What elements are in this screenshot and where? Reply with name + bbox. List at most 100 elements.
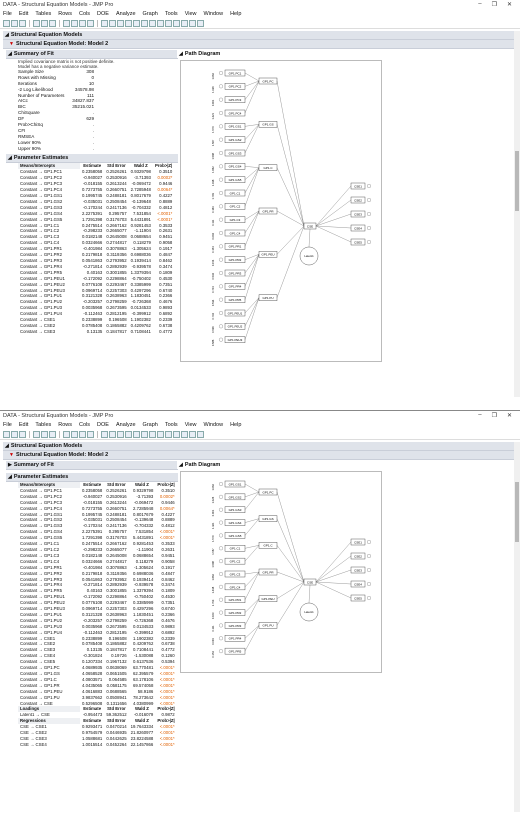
menu-edit[interactable]: Edit [19, 11, 28, 17]
text-tool-icon[interactable] [165, 430, 172, 438]
latent-group-node-label[interactable]: GP1.PR [262, 209, 274, 213]
disclosure-icon[interactable]: ◢ [5, 443, 9, 449]
table-row[interactable]: Constant → GP1.PU4 -0.112463 0.2812195 -0.3… [18, 630, 177, 636]
table-row[interactable]: Constant → GP1.PC1 0.2358058 0.2526261 0.93… [18, 488, 177, 494]
table-row[interactable]: Constant → CSE3 0.13135 0.1847817 0.7108441… [18, 329, 174, 335]
line-tool-icon[interactable] [173, 19, 180, 27]
arrow-tool-icon[interactable] [101, 430, 108, 438]
menu-rows[interactable]: Rows [58, 422, 72, 428]
open-icon[interactable] [11, 19, 18, 27]
indicator-node-label[interactable]: GP1.GS3 [229, 151, 242, 155]
disclosure-icon[interactable]: ◢ [5, 32, 9, 38]
indicator-node-label[interactable]: CSE4 [354, 582, 362, 586]
latent-group-node-label[interactable]: GP1.PU [262, 296, 273, 300]
help-tool-icon[interactable] [109, 19, 116, 27]
indicator-node-label[interactable]: GP1.PEU2 [228, 325, 243, 329]
selection-tool-icon[interactable] [117, 430, 124, 438]
new-icon[interactable] [3, 430, 10, 438]
table-row[interactable]: Constant → GP1.PR3 0.0541863 0.2793952 0.19… [18, 258, 174, 264]
annotate-icon[interactable] [197, 430, 204, 438]
path-diagram[interactable]: GP1.PC1 1.062 GP1.PC2 1.026 GP1.PC3 0.901 GP1.… [180, 60, 382, 362]
indicator-node-label[interactable]: GP1.GS2 [229, 495, 242, 499]
table-row[interactable]: Constant → GP1.PU3 0.0035968 0.2673595 0.01… [18, 624, 177, 630]
menu-cols[interactable]: Cols [79, 11, 90, 17]
latent-group-node-label[interactable]: GP1.C [263, 544, 273, 548]
menu-file[interactable]: File [3, 422, 12, 428]
table-row[interactable]: Constant → GP1.PU2 -0.203257 0.2798259 -0.7… [18, 618, 177, 624]
cut-icon[interactable] [33, 19, 40, 27]
latent-group-node-label[interactable]: GP1.PC [262, 490, 274, 494]
indicator-node-label[interactable]: GP1.PEU3 [228, 338, 243, 342]
table-row[interactable]: Constant → GP1.PR5 0.40163 0.3001855 1.3379… [18, 270, 174, 276]
copy-icon[interactable] [41, 430, 48, 438]
lasso-icon[interactable] [125, 19, 132, 27]
indicator-node-label[interactable]: GP1.PR2 [229, 611, 242, 615]
disclosure-icon[interactable]: ◢ [179, 51, 183, 57]
scrollbar-thumb[interactable] [515, 482, 519, 542]
paste-icon[interactable] [49, 430, 56, 438]
path-diagram[interactable]: GP1.GS1 1.062 GP1.GS2 1.026 GP1.GS3 0.901 GP1.… [180, 471, 382, 673]
table-row[interactable]: Constant → GP1.C3 0.0182148 0.2645008 0.068… [18, 553, 177, 559]
table-row[interactable]: Constant → GP1.GS2 -0.035031 0.2508454 -0.1… [18, 199, 174, 205]
indicator-node-label[interactable]: GP1.C2 [230, 560, 241, 564]
indicator-node-label[interactable]: CSE1 [354, 540, 362, 544]
simple-shape-icon[interactable] [189, 430, 196, 438]
table-row[interactable]: Constant → GP1.GS5 1.7291398 0.3176703 5.44… [18, 217, 174, 223]
outline-header-sem[interactable]: ◢ Structural Equation Models [3, 442, 517, 451]
zoom-icon[interactable] [149, 19, 156, 27]
menu-rows[interactable]: Rows [58, 11, 72, 17]
indicator-node-label[interactable]: CSE5 [354, 240, 362, 244]
journal-icon[interactable] [71, 430, 78, 438]
indicator-node-label[interactable]: CSE2 [354, 554, 362, 558]
indicator-node-label[interactable]: GP1.PR4 [229, 285, 242, 289]
table-row[interactable]: Constant → GP1.PC3 -0.018155 0.2613244 -0.0… [18, 500, 177, 506]
menu-help[interactable]: Help [230, 422, 241, 428]
menu-window[interactable]: Window [204, 422, 224, 428]
minimize-icon[interactable]: – [478, 412, 481, 419]
indicator-node-label[interactable]: GP1.GS5 [229, 178, 242, 182]
save-icon[interactable] [19, 19, 26, 27]
table-row[interactable]: Constant → GP1.C2 -0.298233 0.2665077 -1.11… [18, 547, 177, 553]
indicator-node-label[interactable]: GP1.C4 [230, 231, 241, 235]
table-row[interactable]: Constant → GP1.C 4.0803571 0.064585 63.1781… [18, 677, 177, 683]
table-row[interactable]: Constant → CSE2 0.0785408 0.1865882 0.42097… [18, 323, 174, 329]
indicator-node-label[interactable]: GP1.PC1 [229, 71, 242, 75]
summary-of-fit-header[interactable]: ◢ Summary of Fit [6, 50, 178, 59]
indicator-node-label[interactable]: GP1.PR1 [229, 598, 242, 602]
latent-group-node-label[interactable]: GP1.PR [262, 570, 274, 574]
latent-group-node-label[interactable]: GP1.PC [262, 79, 274, 83]
chart-icon[interactable] [87, 19, 94, 27]
indicator-node-label[interactable]: GP1.C3 [230, 572, 241, 576]
indicator-node-label[interactable]: CSE5 [354, 596, 362, 600]
indicator-node-label[interactable]: GP1.GS4 [229, 521, 242, 525]
indicator-node-label[interactable]: GP1.PEU1 [228, 311, 243, 315]
restore-icon[interactable]: ❐ [492, 412, 497, 419]
indicator-node-label[interactable]: GP1.C1 [230, 547, 241, 551]
menu-tables[interactable]: Tables [35, 11, 51, 17]
indicator-node-label[interactable]: GP1.GS3 [229, 508, 242, 512]
indicator-node-label[interactable]: GP1.C4 [230, 585, 241, 589]
brush-icon[interactable] [133, 19, 140, 27]
menu-tools[interactable]: Tools [165, 422, 178, 428]
table-row[interactable]: Constant → GP1.PC2 -0.940027 0.2530916 -3.7… [18, 494, 177, 500]
table-row[interactable]: Constant → GP1.PU1 0.3121328 0.2638963 1.18… [18, 612, 177, 618]
paste-icon[interactable] [49, 19, 56, 27]
table-row[interactable]: Constant → GP1.GS3 -0.170244 0.2417136 -0.7… [18, 205, 174, 211]
table-row[interactable]: Constant → GP1.PEU 4.0616883 0.0688565 58.9… [18, 689, 177, 695]
cut-icon[interactable] [33, 430, 40, 438]
table-row[interactable]: Constant → GP1.PR 4.0435065 0.0581175 69.57… [18, 683, 177, 689]
vertical-scrollbar[interactable] [514, 442, 520, 812]
menu-window[interactable]: Window [204, 11, 224, 17]
table-row[interactable]: Constant → GP1.PC4 0.7273755 0.2660751 2.72… [18, 506, 177, 512]
journal-icon[interactable] [71, 19, 78, 27]
indicator-node-label[interactable]: GP1.PR2 [229, 258, 242, 262]
indicator-node-label[interactable]: GP1.C3 [230, 218, 241, 222]
indicator-node-label[interactable]: GP1.PR4 [229, 637, 242, 641]
table-row[interactable]: Constant → GP1.PEU2 0.0776108 0.2293467 0.3… [18, 282, 174, 288]
latent-group-node-label[interactable]: GP1.PEU [261, 597, 274, 601]
table-row[interactable]: Constant → GP1.PR2 0.2179818 0.3119356 0.69… [18, 571, 177, 577]
annotate-icon[interactable] [197, 19, 204, 27]
menu-analyze[interactable]: Analyze [116, 422, 136, 428]
disclosure-icon[interactable]: ◢ [8, 51, 12, 57]
indicator-node-label[interactable]: GP1.PR1 [229, 245, 242, 249]
